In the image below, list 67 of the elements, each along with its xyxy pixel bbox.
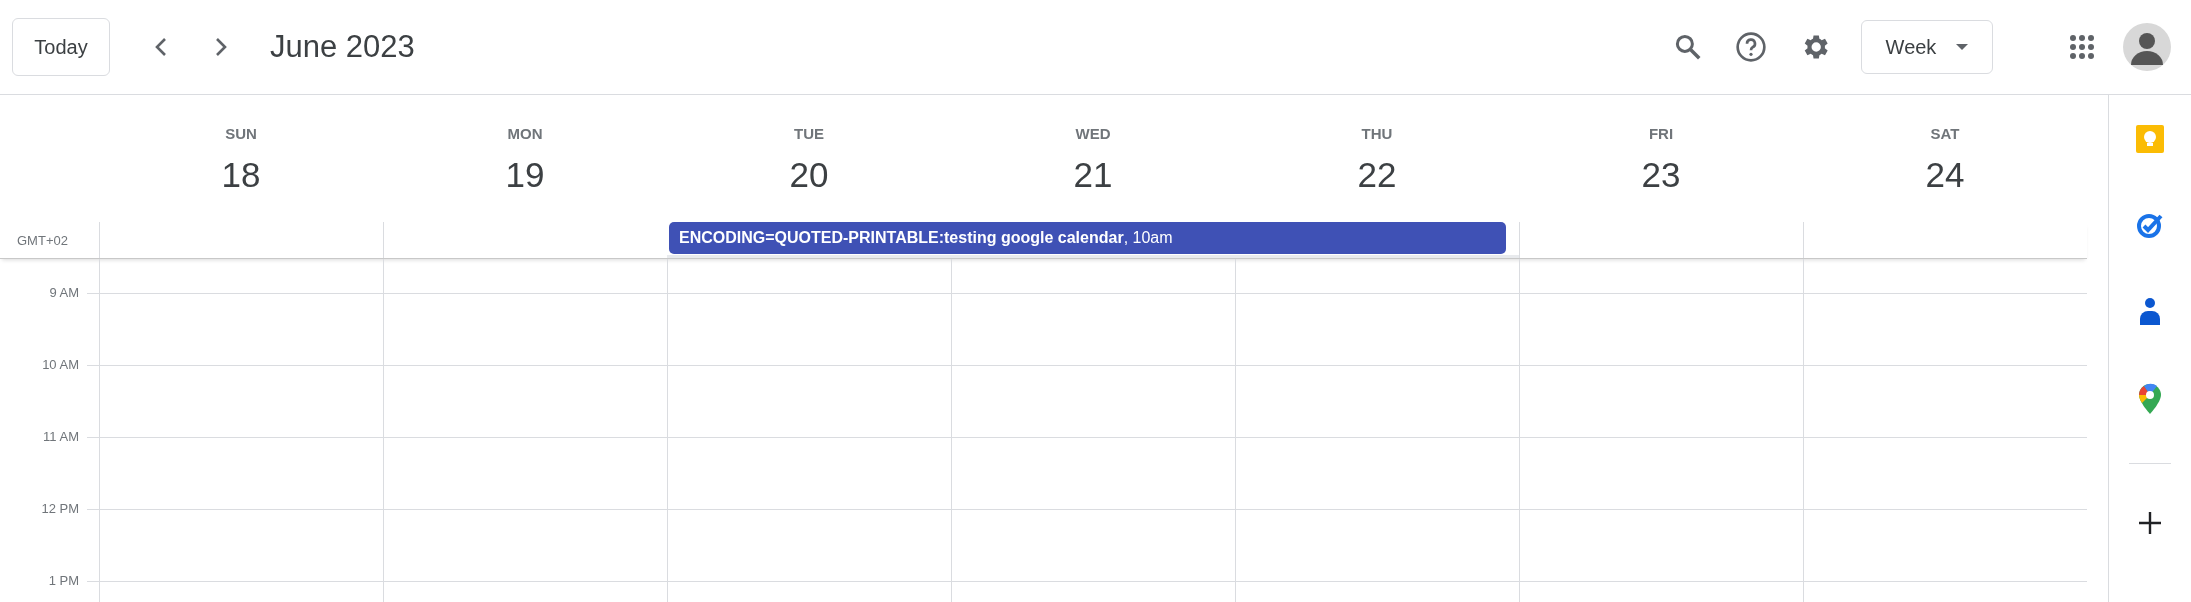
all-day-slot[interactable] (1235, 255, 1519, 258)
hour-label: 10 AM (42, 357, 79, 372)
chevron-right-icon (214, 37, 228, 57)
time-slot[interactable] (1235, 509, 1519, 581)
time-slot[interactable] (1235, 437, 1519, 509)
weekday-label: FRI (1648, 125, 1674, 142)
apps-grid-icon (2069, 34, 2095, 60)
day-number[interactable]: 20 (789, 155, 829, 195)
time-slot[interactable] (1519, 509, 1803, 581)
time-slot[interactable] (951, 293, 1235, 365)
time-slot[interactable] (383, 509, 667, 581)
weekday-label: MON (507, 125, 543, 142)
time-slot[interactable] (99, 293, 383, 365)
time-slot[interactable] (1803, 509, 2087, 581)
time-slot[interactable] (667, 365, 951, 437)
today-button[interactable]: Today (12, 18, 110, 76)
time-slot[interactable] (1235, 365, 1519, 437)
hour-label: 1 PM (48, 573, 79, 588)
time-slot[interactable] (99, 437, 383, 509)
day-number[interactable]: 23 (1641, 155, 1681, 195)
time-slot[interactable] (383, 293, 667, 365)
weekday-label: THU (1361, 125, 1393, 142)
time-slot[interactable] (1803, 293, 2087, 365)
weekday-label: SUN (225, 125, 257, 142)
event-chip[interactable]: ENCODING=QUOTED-PRINTABLE:testing google calendar, 10am (669, 222, 1506, 254)
month-title: June 2023 (270, 29, 415, 65)
plus-icon[interactable] (2139, 512, 2161, 534)
help-icon (1735, 31, 1767, 63)
all-day-slot[interactable] (951, 255, 1235, 258)
time-slot[interactable] (1519, 293, 1803, 365)
weekday-label: SAT (1930, 125, 1960, 142)
time-slot[interactable] (383, 365, 667, 437)
day-number[interactable]: 22 (1357, 155, 1397, 195)
time-slot[interactable] (1803, 437, 2087, 509)
caret-icon (1956, 44, 1969, 50)
time-slot[interactable] (951, 437, 1235, 509)
day-number[interactable]: 19 (505, 155, 545, 195)
map-pin-icon[interactable] (2138, 383, 2162, 415)
time-slot[interactable] (951, 509, 1235, 581)
hour-label: 11 AM (43, 429, 79, 444)
check-circle-icon[interactable] (2136, 211, 2164, 239)
all-day-slot[interactable] (667, 255, 951, 258)
time-slot[interactable] (1519, 365, 1803, 437)
time-slot[interactable] (667, 293, 951, 365)
time-slot[interactable] (951, 365, 1235, 437)
time-slot[interactable] (667, 509, 951, 581)
day-number[interactable]: 24 (1925, 155, 1965, 195)
avatar-icon[interactable] (2123, 23, 2171, 71)
lightbulb-icon[interactable] (2136, 125, 2164, 153)
time-slot[interactable] (1235, 293, 1519, 365)
chevron-left-icon (154, 37, 168, 57)
weekday-label: TUE (794, 125, 824, 142)
view-dropdown[interactable]: Week (1861, 20, 1993, 74)
search-icon (1673, 32, 1703, 62)
time-slot[interactable] (99, 365, 383, 437)
time-slot[interactable] (1519, 437, 1803, 509)
time-slot[interactable] (667, 437, 951, 509)
hour-label: 9 AM (49, 285, 79, 300)
day-number[interactable]: 21 (1073, 155, 1113, 195)
day-number[interactable]: 18 (221, 155, 261, 195)
time-slot[interactable] (1803, 365, 2087, 437)
hour-label: 12 PM (41, 501, 79, 516)
time-slot[interactable] (383, 437, 667, 509)
time-slot[interactable] (99, 509, 383, 581)
weekday-label: WED (1075, 125, 1111, 142)
timezone-label: GMT+02 (16, 232, 68, 248)
person-icon[interactable] (2138, 297, 2162, 325)
